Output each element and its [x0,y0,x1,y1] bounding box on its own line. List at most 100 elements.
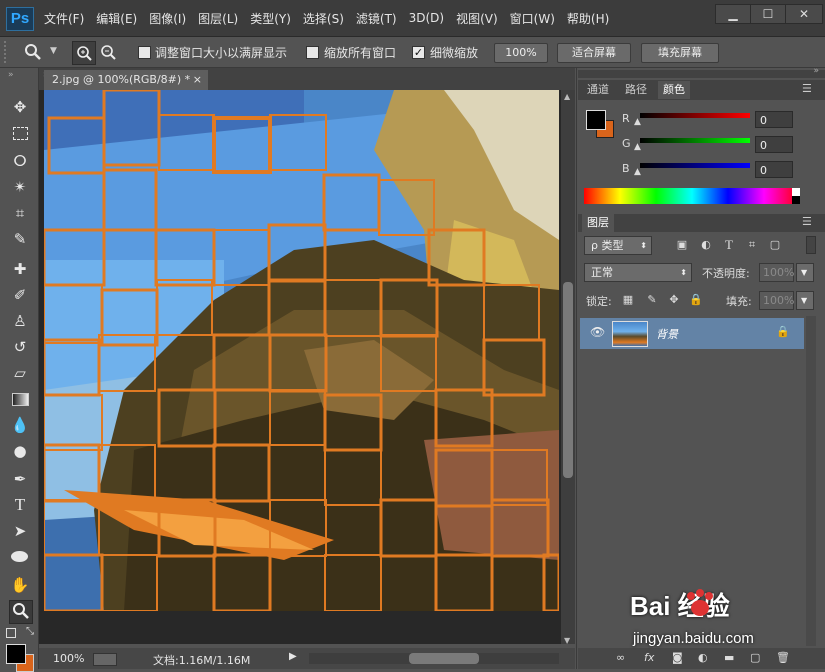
close-button[interactable]: ✕ [785,4,823,24]
color-panel-menu-icon[interactable]: ☰ [802,82,812,95]
menu-window[interactable]: 窗口(W) [510,10,555,27]
ellipse-tool-icon[interactable] [9,546,31,568]
menu-layer[interactable]: 图层(L) [198,10,238,27]
new-group-icon[interactable]: ▬ [724,651,734,664]
zoom-level[interactable]: 100% [53,652,84,665]
hand-tool-icon[interactable]: ✋ [9,574,31,596]
fit-screen-button[interactable]: 适合屏幕 [557,43,631,63]
vertical-scroll-thumb[interactable] [563,282,573,478]
filter-type-layer-icon[interactable]: T [722,238,736,252]
eraser-tool-icon[interactable]: ▱ [9,362,31,384]
minimize-button[interactable]: ▁ [715,4,751,24]
maximize-button[interactable]: ☐ [750,4,786,24]
menu-select[interactable]: 选择(S) [303,10,344,27]
r-value-field[interactable]: 0 [755,111,793,128]
tab-channels[interactable]: 通道 [582,81,614,99]
default-colors-icon[interactable] [6,628,16,638]
swap-colors-icon[interactable]: ⤡ [26,626,34,637]
lasso-tool-icon[interactable]: ⵔ [9,150,31,172]
menu-help[interactable]: 帮助(H) [567,10,609,27]
actual-pixels-button[interactable]: 100% [494,43,548,63]
type-tool-icon[interactable]: T [9,494,31,516]
crop-tool-icon[interactable]: ⌗ [9,202,31,224]
magic-wand-tool-icon[interactable]: ✴ [9,176,31,198]
lock-all-icon[interactable]: 🔒 [689,293,703,307]
healing-brush-tool-icon[interactable]: ✚ [9,258,31,280]
dock-collapse-bar[interactable]: » [578,66,825,78]
document-tab[interactable]: 2.jpg @ 100%(RGB/8#) * × [44,70,208,90]
lock-position-icon[interactable]: ✥ [667,293,681,307]
lock-image-pixels-icon[interactable]: ✎ [645,293,659,307]
g-value-field[interactable]: 0 [755,136,793,153]
menu-type[interactable]: 类型(Y) [250,10,291,27]
add-mask-icon[interactable]: ◙ [672,651,683,664]
menu-file[interactable]: 文件(F) [44,10,84,27]
tab-layers[interactable]: 图层 [582,214,614,232]
fill-screen-button[interactable]: 填充屏幕 [641,43,719,63]
menu-3d[interactable]: 3D(D) [409,11,444,25]
tab-paths[interactable]: 路径 [620,81,652,99]
layers-panel-menu-icon[interactable]: ☰ [802,215,812,228]
scrubby-zoom-checkbox[interactable]: ✓ [412,46,425,59]
b-slider[interactable] [640,163,750,168]
opacity-field[interactable]: 100% [759,263,794,282]
color-panel-foreground-swatch[interactable] [586,110,606,130]
new-layer-icon[interactable]: ▢ [750,651,760,664]
zoom-tool-icon[interactable] [24,43,42,61]
tab-color[interactable]: 颜色 [658,81,690,99]
link-layers-icon[interactable]: ∞ [616,651,625,664]
scroll-up-icon[interactable]: ▲ [564,92,570,101]
layer-row-background[interactable]: 👁 背景 🔒 [580,318,804,349]
scroll-down-icon[interactable]: ▼ [564,636,570,645]
layer-visibility-eye-icon[interactable]: 👁 [590,325,605,339]
horizontal-scroll-thumb[interactable] [409,653,479,664]
eyedropper-tool-icon[interactable]: ✎ [9,228,31,250]
filter-smart-object-icon[interactable]: ▢ [768,238,782,252]
pen-tool-icon[interactable]: ✒ [9,468,31,490]
r-slider-handle-icon[interactable]: ▲ [634,117,641,127]
zoom-in-button[interactable] [72,41,96,65]
tool-preset-chevron-icon[interactable]: ▼ [50,46,57,56]
menu-image[interactable]: 图像(I) [149,10,186,27]
r-slider[interactable] [640,113,750,118]
path-selection-tool-icon[interactable]: ➤ [9,520,31,542]
menu-edit[interactable]: 编辑(E) [96,10,137,27]
adjustment-layer-icon[interactable]: ◐ [698,651,708,664]
opacity-chevron-icon[interactable]: ▼ [796,263,814,282]
g-slider[interactable] [640,138,750,143]
close-document-icon[interactable]: × [193,70,202,90]
zoom-all-windows-checkbox[interactable] [306,46,319,59]
layer-style-fx-icon[interactable]: fx [644,651,654,664]
filter-adjustment-layer-icon[interactable]: ◐ [699,238,713,252]
menu-view[interactable]: 视图(V) [456,10,498,27]
foreground-color-swatch[interactable] [6,644,26,664]
history-brush-tool-icon[interactable]: ↺ [9,336,31,358]
blur-tool-icon[interactable]: 💧 [9,414,31,436]
move-tool-icon[interactable]: ✥ [9,96,31,118]
resize-windows-checkbox[interactable] [138,46,151,59]
collapse-tools-icon[interactable]: » [8,70,14,80]
marquee-tool-icon[interactable] [9,123,31,145]
color-spectrum-ramp[interactable] [584,188,800,204]
document-image[interactable] [44,90,559,611]
status-menu-arrow-icon[interactable]: ▶ [289,651,297,662]
options-grip[interactable] [4,41,14,63]
b-slider-handle-icon[interactable]: ▲ [634,167,641,177]
menu-filter[interactable]: 滤镜(T) [356,10,397,27]
layer-filter-kind-select[interactable]: ρ 类型 ⬍ [584,236,652,255]
dodge-tool-icon[interactable]: ● [9,440,31,462]
status-info-icon[interactable] [93,653,117,666]
brush-tool-icon[interactable]: ✐ [9,284,31,306]
b-value-field[interactable]: 0 [755,161,793,178]
delete-layer-icon[interactable]: 🗑 [776,651,790,664]
gradient-tool-icon[interactable] [9,388,31,410]
lock-transparent-pixels-icon[interactable]: ▦ [621,293,635,307]
fill-chevron-icon[interactable]: ▼ [796,291,814,310]
layer-name[interactable]: 背景 [656,326,678,342]
filter-toggle-switch[interactable] [806,236,816,254]
zoom-out-button[interactable] [97,41,119,63]
blend-mode-select[interactable]: 正常 ⬍ [584,263,692,282]
zoom-tool-icon[interactable] [9,600,33,624]
fill-field[interactable]: 100% [759,291,794,310]
filter-shape-layer-icon[interactable]: ⌗ [745,238,759,252]
